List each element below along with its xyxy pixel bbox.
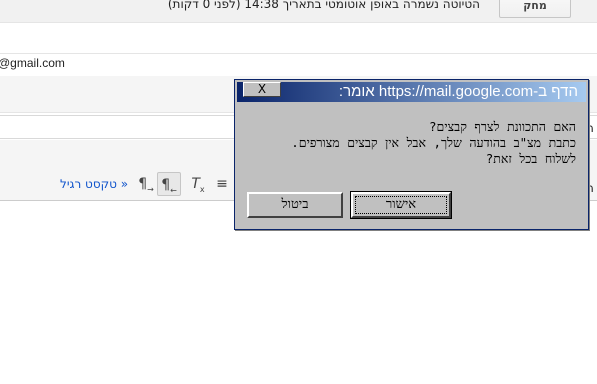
plain-text-link[interactable]: « טקסט רגיל bbox=[60, 177, 128, 191]
to-field-value: @gmail.com bbox=[0, 56, 65, 70]
ok-button[interactable]: אישור bbox=[350, 191, 452, 219]
draft-saved-status: הטיוטה נשמרה באופן אוטומטי בתאריך 14:38 … bbox=[167, 0, 480, 11]
cancel-button[interactable]: ביטול bbox=[247, 192, 343, 218]
dialog-message: האם התכוונת לצרף קבצים? כתבת מצ"ב בהודעה… bbox=[256, 119, 576, 167]
clear-format-icon[interactable]: Tx bbox=[186, 172, 210, 196]
dialog-title: הדף ב-https://mail.google.com אומר: bbox=[338, 83, 578, 100]
dialog-close-button[interactable]: X bbox=[243, 82, 281, 97]
to-field-row[interactable]: @gmail.com bbox=[0, 53, 597, 77]
dialog-message-line: לשלוח בכל זאת? bbox=[485, 151, 576, 166]
paragraph-ltr-icon[interactable]: ¶→ bbox=[134, 172, 158, 196]
dialog-message-line: האם התכוונת לצרף קבצים? bbox=[429, 119, 576, 134]
ok-button-label: אישור bbox=[355, 196, 447, 214]
dialog-title-bar[interactable]: X הדף ב-https://mail.google.com אומר: bbox=[237, 82, 586, 102]
discard-button[interactable]: מחק bbox=[499, 0, 571, 18]
dialog-message-line: כתבת מצ"ב בהודעה שלך, אבל אין קבצים מצור… bbox=[291, 135, 576, 150]
align-icon[interactable]: ≡ bbox=[210, 172, 234, 196]
close-icon: X bbox=[257, 82, 267, 96]
compose-top-bar: הטיוטה נשמרה באופן אוטומטי בתאריך 14:38 … bbox=[0, 0, 597, 23]
confirm-dialog: X הדף ב-https://mail.google.com אומר: הא… bbox=[234, 79, 589, 230]
paragraph-rtl-icon[interactable]: ¶← bbox=[157, 172, 181, 196]
